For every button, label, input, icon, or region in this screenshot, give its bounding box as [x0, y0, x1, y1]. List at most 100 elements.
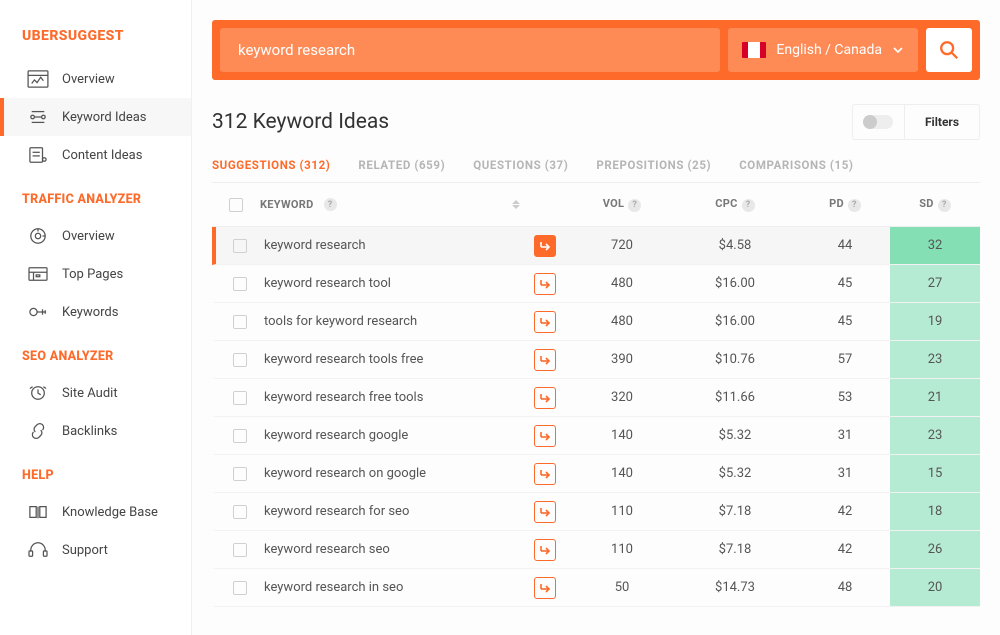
- help-icon[interactable]: ?: [938, 199, 951, 212]
- table-header: KEYWORD? VOL? CPC? PD? SD?: [212, 183, 980, 227]
- cpc-cell: $4.58: [670, 238, 800, 253]
- help-icon[interactable]: ?: [742, 199, 755, 212]
- col-sd[interactable]: SD: [919, 197, 934, 210]
- vol-cell: 140: [574, 428, 670, 443]
- backlinks-icon: [26, 421, 50, 441]
- tab[interactable]: QUESTIONS (37): [473, 158, 568, 172]
- filters-control[interactable]: Filters: [852, 104, 980, 140]
- filters-label: Filters: [905, 115, 979, 129]
- table-row[interactable]: keyword research tool480$16.004527: [212, 265, 980, 303]
- locale-label: English / Canada: [776, 42, 882, 58]
- pd-cell: 31: [800, 466, 890, 481]
- help-icon[interactable]: ?: [628, 199, 641, 212]
- help-icon[interactable]: ?: [324, 198, 337, 211]
- site-audit-icon: [26, 383, 50, 403]
- search-button[interactable]: [926, 28, 972, 72]
- select-all-checkbox[interactable]: [229, 198, 243, 212]
- keyword-cell: keyword research seo: [264, 542, 390, 557]
- row-checkbox[interactable]: [233, 277, 247, 291]
- expand-button[interactable]: [534, 273, 556, 295]
- brand-logo: UBERSUGGEST: [0, 28, 191, 60]
- cpc-cell: $7.18: [670, 542, 800, 557]
- vol-cell: 480: [574, 276, 670, 291]
- sd-cell: 21: [890, 379, 980, 416]
- tab[interactable]: SUGGESTIONS (312): [212, 158, 330, 172]
- sidebar-section-label: TRAFFIC ANALYZER: [0, 174, 191, 217]
- sort-icon[interactable]: [512, 200, 524, 209]
- sidebar-item-support[interactable]: Support: [0, 531, 191, 569]
- sidebar-item-overview[interactable]: Overview: [0, 60, 191, 98]
- expand-button[interactable]: [534, 235, 556, 257]
- sidebar-section-label: SEO ANALYZER: [0, 331, 191, 374]
- search-input[interactable]: [220, 28, 720, 72]
- sidebar-item-label: Overview: [62, 72, 115, 87]
- expand-button[interactable]: [534, 311, 556, 333]
- row-checkbox[interactable]: [233, 505, 247, 519]
- cpc-cell: $10.76: [670, 352, 800, 367]
- table-row[interactable]: tools for keyword research480$16.004519: [212, 303, 980, 341]
- table-row[interactable]: keyword research google140$5.323123: [212, 417, 980, 455]
- col-keyword[interactable]: KEYWORD: [260, 198, 314, 211]
- table-row[interactable]: keyword research seo110$7.184226: [212, 531, 980, 569]
- expand-button[interactable]: [534, 501, 556, 523]
- col-pd[interactable]: PD: [829, 197, 844, 210]
- vol-cell: 50: [574, 580, 670, 595]
- filters-toggle[interactable]: [853, 105, 905, 139]
- sd-cell: 19: [890, 303, 980, 340]
- sd-cell: 23: [890, 417, 980, 454]
- cpc-cell: $7.18: [670, 504, 800, 519]
- sd-cell: 18: [890, 493, 980, 530]
- sd-cell: 15: [890, 455, 980, 492]
- tab[interactable]: COMPARISONS (15): [739, 158, 853, 172]
- sidebar-item-label: Backlinks: [62, 424, 117, 439]
- sidebar-item-keyword-ideas[interactable]: Keyword Ideas: [0, 98, 191, 136]
- sidebar-item-keywords[interactable]: Keywords: [0, 293, 191, 331]
- col-cpc[interactable]: CPC: [715, 197, 737, 210]
- flag-icon: [742, 42, 766, 58]
- expand-button[interactable]: [534, 387, 556, 409]
- table-row[interactable]: keyword research on google140$5.323115: [212, 455, 980, 493]
- table-row[interactable]: keyword research free tools320$11.665321: [212, 379, 980, 417]
- table-row[interactable]: keyword research in seo50$14.734820: [212, 569, 980, 607]
- expand-button[interactable]: [534, 463, 556, 485]
- sidebar-item-top-pages[interactable]: Top Pages: [0, 255, 191, 293]
- sidebar-item-content-ideas[interactable]: Content Ideas: [0, 136, 191, 174]
- expand-button[interactable]: [534, 577, 556, 599]
- sidebar-item-label: Content Ideas: [62, 148, 142, 163]
- table-body: keyword research720$4.584432keyword rese…: [212, 227, 980, 635]
- row-checkbox[interactable]: [233, 239, 247, 253]
- traffic-overview-icon: [26, 226, 50, 246]
- sidebar-item-knowledge-base[interactable]: Knowledge Base: [0, 493, 191, 531]
- table-row[interactable]: keyword research tools free390$10.765723: [212, 341, 980, 379]
- expand-button[interactable]: [534, 349, 556, 371]
- sidebar-item-label: Knowledge Base: [62, 505, 158, 520]
- table-row[interactable]: keyword research720$4.584432: [212, 227, 980, 265]
- row-checkbox[interactable]: [233, 391, 247, 405]
- row-checkbox[interactable]: [233, 543, 247, 557]
- sidebar-item-label: Overview: [62, 229, 115, 244]
- row-checkbox[interactable]: [233, 353, 247, 367]
- pd-cell: 42: [800, 504, 890, 519]
- sidebar-item-backlinks[interactable]: Backlinks: [0, 412, 191, 450]
- keyword-cell: keyword research free tools: [264, 390, 423, 405]
- sidebar-item-label: Support: [62, 543, 108, 558]
- keyword-ideas-icon: [26, 107, 50, 127]
- tab[interactable]: RELATED (659): [358, 158, 445, 172]
- row-checkbox[interactable]: [233, 467, 247, 481]
- expand-button[interactable]: [534, 425, 556, 447]
- sd-cell: 27: [890, 265, 980, 302]
- tab[interactable]: PREPOSITIONS (25): [596, 158, 711, 172]
- pd-cell: 48: [800, 580, 890, 595]
- row-checkbox[interactable]: [233, 315, 247, 329]
- row-checkbox[interactable]: [233, 581, 247, 595]
- sidebar-item-traffic-overview[interactable]: Overview: [0, 217, 191, 255]
- pd-cell: 44: [800, 238, 890, 253]
- sidebar-item-site-audit[interactable]: Site Audit: [0, 374, 191, 412]
- locale-select[interactable]: English / Canada: [728, 28, 918, 72]
- expand-button[interactable]: [534, 539, 556, 561]
- help-icon[interactable]: ?: [848, 199, 861, 212]
- table-row[interactable]: keyword research for seo110$7.184218: [212, 493, 980, 531]
- col-vol[interactable]: VOL: [603, 197, 625, 210]
- page-title: 312 Keyword Ideas: [212, 110, 389, 134]
- row-checkbox[interactable]: [233, 429, 247, 443]
